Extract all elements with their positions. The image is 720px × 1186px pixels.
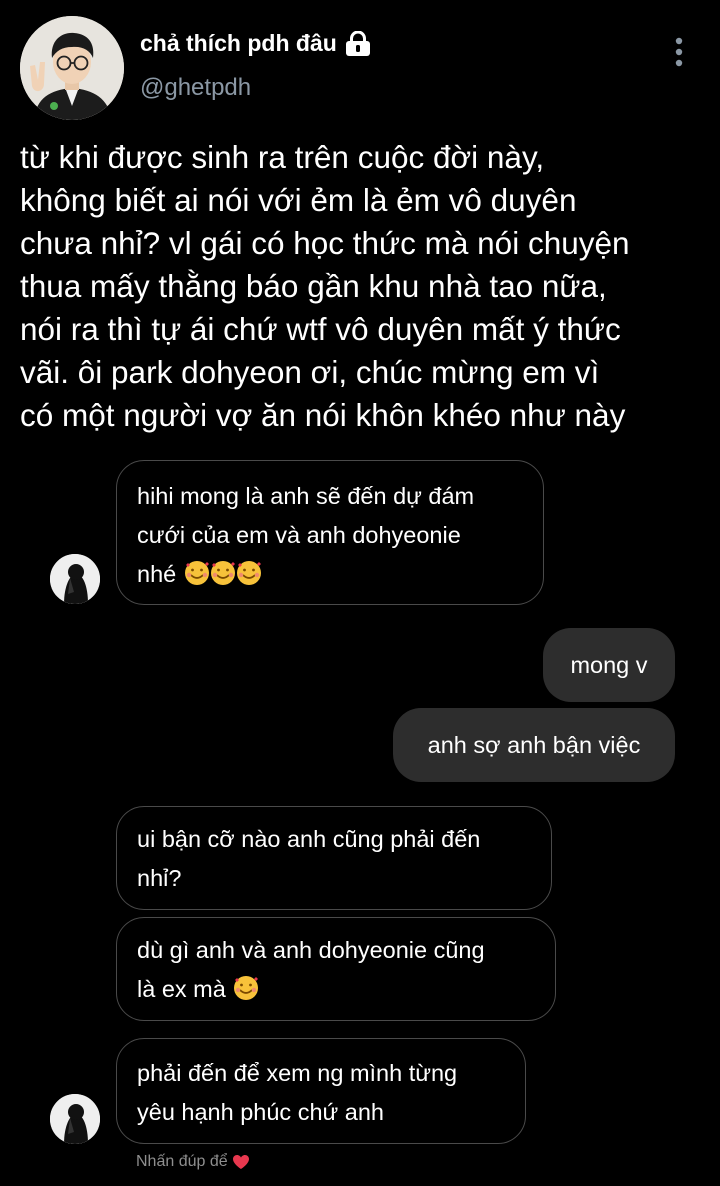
smiling-face-with-hearts-icon — [184, 561, 209, 585]
tweet-line: vãi. ôi park dohyeon ơi, chúc mừng em vì — [20, 354, 600, 390]
more-vertical-icon[interactable] — [668, 36, 690, 68]
tweet-line: chưa nhỉ? vl gái có học thức mà nói chuy… — [20, 225, 630, 261]
incoming-message-bubble: ui bận cỡ nào anh cũng phải đến nhỉ? — [116, 806, 552, 910]
message-line-with-emoji: là ex mà — [137, 970, 535, 1009]
sender-avatar — [50, 554, 100, 604]
message-line: ui bận cỡ nào anh cũng phải đến — [137, 826, 481, 852]
tweet-line: không biết ai nói với ẻm là ẻm vô duyên — [20, 182, 577, 218]
message-line: là ex mà — [137, 976, 226, 1002]
display-name-text: chả thích pdh đâu — [140, 30, 337, 56]
message-line: dù gì anh và anh dohyeonie cũng — [137, 937, 485, 963]
profile-avatar[interactable] — [20, 16, 124, 120]
message-line: nhé — [137, 561, 177, 587]
smiling-face-with-hearts-icon — [234, 976, 259, 1000]
sender-avatar — [50, 1094, 100, 1144]
tweet-line: có một người vợ ăn nói khôn khéo như này — [20, 397, 626, 433]
incoming-message-bubble: phải đến để xem ng mình từng yêu hạnh ph… — [116, 1038, 526, 1144]
message-line: anh sợ anh bận việc — [427, 732, 641, 758]
message-line: mong v — [570, 652, 648, 678]
tweet-line: từ khi được sinh ra trên cuộc đời này, — [20, 139, 545, 175]
message-line: nhỉ? — [137, 865, 182, 891]
smiling-face-with-hearts-icon — [210, 561, 235, 585]
message-line: yêu hạnh phúc chứ anh — [137, 1099, 385, 1125]
incoming-message-bubble: dù gì anh và anh dohyeonie cũng là ex mà — [116, 917, 556, 1021]
user-handle[interactable]: @ghetpdh — [140, 74, 251, 102]
double-tap-hint: Nhấn đúp để — [136, 1153, 250, 1171]
message-line: hihi mong là anh sẽ đến dự đám — [137, 483, 475, 509]
heart-icon[interactable] — [232, 1154, 250, 1170]
message-line: cưới của em và anh dohyeonie — [137, 522, 461, 548]
tweet-text: từ khi được sinh ra trên cuộc đời này, k… — [20, 136, 712, 437]
outgoing-message-bubble: mong v — [543, 628, 675, 702]
message-line: phải đến để xem ng mình từng — [137, 1060, 458, 1086]
outgoing-message-bubble: anh sợ anh bận việc — [393, 708, 675, 782]
display-name[interactable]: chả thích pdh đâu — [140, 30, 371, 57]
tweet-line: thua mấy thằng báo gần khu nhà tao nữa, — [20, 268, 607, 304]
tweet-line: nói ra thì tự ái chứ wtf vô duyên mất ý … — [20, 311, 621, 347]
smiling-face-with-hearts-icon — [236, 561, 261, 585]
double-tap-hint-text: Nhấn đúp để — [136, 1153, 228, 1170]
message-line-with-emoji: nhé — [137, 555, 523, 594]
lock-icon — [345, 30, 370, 56]
incoming-message-bubble: hihi mong là anh sẽ đến dự đám cưới của … — [116, 460, 544, 605]
